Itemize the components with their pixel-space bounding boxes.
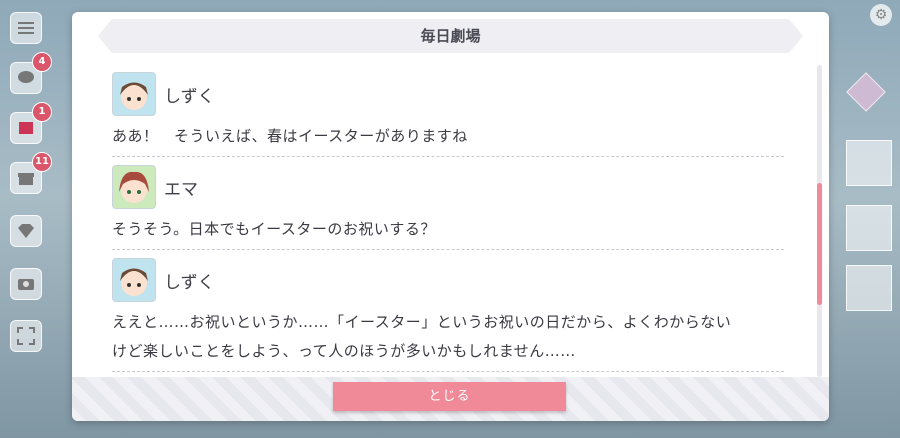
dialogue-text: けど楽しいことをしよう、って人のほうが多いかもしれません…… [112,342,576,360]
mission-diamond-icon[interactable] [846,72,886,112]
gem-button[interactable] [10,215,42,247]
close-button[interactable]: とじる [333,382,566,411]
dialogue-entry: しずく ああ！ そういえば、春はイースターがありますね [112,70,784,157]
fullscreen-icon [17,327,35,345]
dialog-title: 毎日劇場 [420,27,481,45]
gift-icon [18,173,34,185]
dialogue-entry: エマ そうそう。日本でもイースターのお祝いする？ [112,163,784,250]
menu-button[interactable] [10,12,42,44]
shizuku-avatar [112,258,156,302]
dialog-content[interactable]: しずく ああ！ そういえば、春はイースターがありますね エマ そうそう。日本でも… [112,64,784,384]
dialogue-text: ああ！ そういえば、春はイースターがありますね [112,127,468,145]
chat-icon [18,71,34,83]
speaker-name: エマ [164,179,198,200]
speaker-name: しずく [164,86,215,107]
settings-gear-icon[interactable]: ⚙ [870,4,892,26]
daily-theater-dialog: 毎日劇場 しずく ああ！ そういえば、春はイースターがありますね エマ そうそう… [72,12,829,421]
scrollbar[interactable] [817,65,822,377]
right-menu-button-1[interactable] [846,140,892,186]
camera-icon [18,279,34,290]
gem-icon [18,224,34,238]
emma-avatar [112,165,156,209]
event-badge: 1 [32,102,52,122]
dialogue-text: ええと……お祝いというか……「イースター」というお祝いの日だから、よくわからない [112,313,732,331]
fullscreen-button[interactable] [10,320,42,352]
gift-badge: 11 [32,152,52,172]
scrollbar-thumb[interactable] [817,183,822,305]
shizuku-avatar [112,72,156,116]
dialogue-text: そうそう。日本でもイースターのお祝いする？ [112,220,436,238]
event-icon [19,122,33,134]
camera-button[interactable] [10,268,42,300]
dialog-title-bar: 毎日劇場 [98,19,803,53]
chat-badge: 4 [32,52,52,72]
right-menu-button-2[interactable] [846,205,892,251]
right-menu: ⚙ [828,0,900,438]
side-menu: 4 1 11 [0,0,80,438]
speaker-name: しずく [164,272,215,293]
dialogue-entry: しずく ええと……お祝いというか……「イースター」というお祝いの日だから、よくわ… [112,256,784,372]
right-menu-button-3[interactable] [846,265,892,311]
hamburger-icon [18,22,34,34]
